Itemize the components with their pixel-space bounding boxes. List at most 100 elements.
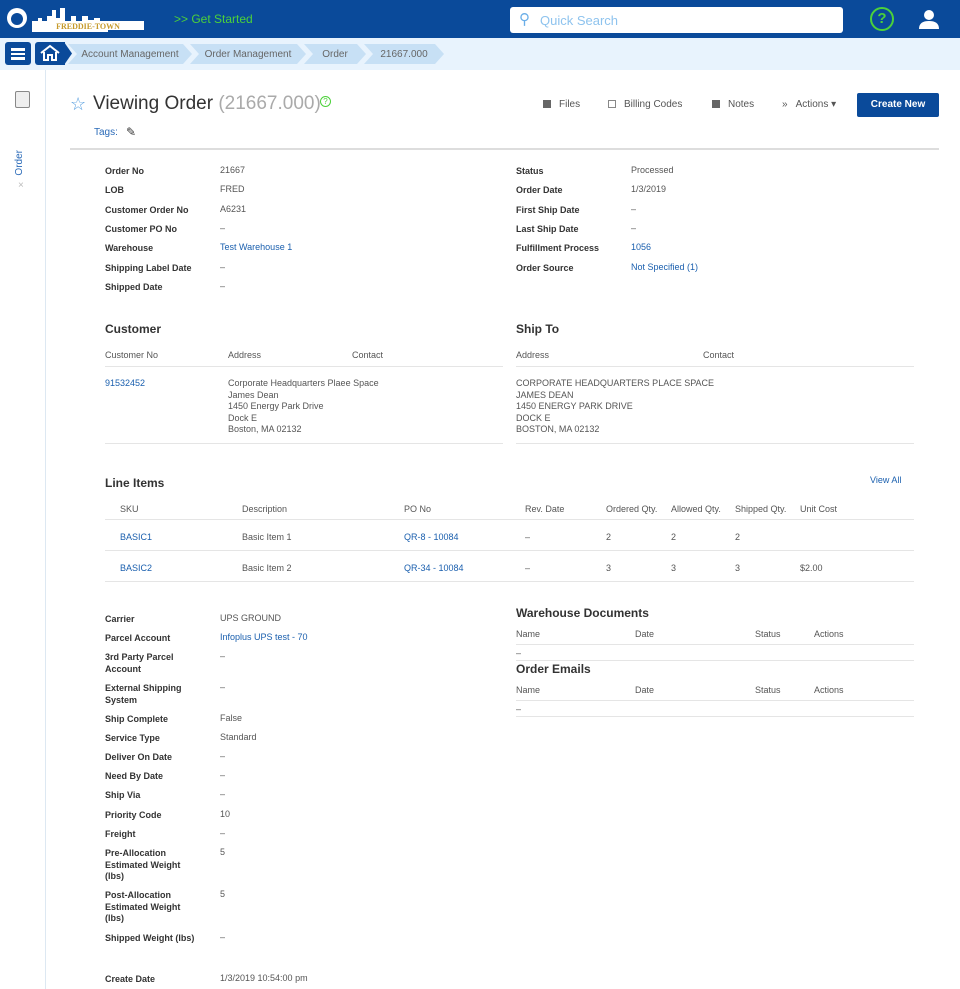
breadcrumb-current: 21667.000 bbox=[364, 44, 444, 64]
divider bbox=[516, 366, 914, 367]
field-value: – bbox=[220, 223, 226, 233]
document-icon[interactable] bbox=[15, 91, 30, 108]
address-line: Boston, MA 02132 bbox=[228, 424, 302, 434]
quick-search-input[interactable]: ⚲ Quick Search bbox=[510, 7, 843, 33]
warehouse-documents-heading: Warehouse Documents bbox=[516, 606, 649, 620]
field-value: – bbox=[220, 751, 226, 761]
field-value: – bbox=[220, 651, 226, 661]
field-value: Standard bbox=[220, 732, 257, 742]
field-label: Shipped Date bbox=[105, 282, 163, 292]
field-label: Need By Date bbox=[105, 771, 164, 781]
po-link[interactable]: QR-34 - 10084 bbox=[404, 563, 464, 573]
cell-value: $2.00 bbox=[800, 563, 823, 573]
column-header: PO No bbox=[404, 504, 432, 514]
help-question-icon[interactable]: ? bbox=[320, 96, 331, 107]
cell-value: 2 bbox=[606, 532, 612, 542]
cell-value: 3 bbox=[735, 563, 741, 573]
cell-value: Basic Item 2 bbox=[242, 563, 292, 573]
field-value: – bbox=[220, 682, 226, 692]
column-header: Contact bbox=[352, 350, 384, 360]
actions-dropdown[interactable]: » Actions ▾ bbox=[782, 99, 836, 110]
billing-codes-button[interactable]: Billing Codes bbox=[608, 99, 682, 110]
freddie-town-logo[interactable]: FREDDIE-TOWN bbox=[6, 4, 146, 32]
field-value: False bbox=[220, 713, 243, 723]
files-icon bbox=[543, 100, 551, 108]
cell-value: 2 bbox=[671, 532, 677, 542]
field-value: – bbox=[220, 281, 226, 291]
files-button[interactable]: Files bbox=[543, 99, 580, 110]
empty-value: – bbox=[516, 704, 522, 714]
field-label: Ship Via bbox=[105, 790, 141, 800]
edit-tags-icon[interactable]: ✎ bbox=[126, 125, 136, 139]
breadcrumb-order-management[interactable]: Order Management bbox=[190, 44, 306, 64]
address-line: Corporate Headquarters Plaee Space bbox=[228, 378, 379, 388]
field-label: Warehouse bbox=[105, 243, 154, 253]
column-header: Name bbox=[516, 685, 541, 695]
field-label: LOB bbox=[105, 185, 124, 195]
column-header: Contact bbox=[703, 350, 735, 360]
column-header: Description bbox=[242, 504, 288, 514]
sku-link[interactable]: BASIC2 bbox=[120, 563, 152, 573]
column-header: SKU bbox=[120, 504, 139, 514]
sku-link[interactable]: BASIC1 bbox=[120, 532, 152, 542]
favorite-star-icon[interactable]: ☆ bbox=[70, 94, 86, 115]
ship-to-heading: Ship To bbox=[516, 322, 560, 336]
cell-value: 3 bbox=[606, 563, 612, 573]
help-icon[interactable]: ? bbox=[870, 7, 894, 31]
home-button[interactable] bbox=[35, 42, 65, 65]
po-link[interactable]: QR-8 - 10084 bbox=[404, 532, 459, 542]
field-value: 1/3/2019 bbox=[631, 184, 667, 194]
field-value: 21667 bbox=[220, 165, 246, 175]
field-link[interactable]: Not Specified (1) bbox=[631, 262, 698, 272]
field-link[interactable]: Test Warehouse 1 bbox=[220, 242, 292, 252]
chevrons-icon: » bbox=[782, 99, 788, 110]
address-line: BOSTON, MA 02132 bbox=[516, 424, 600, 434]
create-new-button[interactable]: Create New bbox=[857, 93, 939, 117]
field-value: 1/3/2019 10:54:00 pm bbox=[220, 973, 308, 983]
column-header: Name bbox=[516, 629, 541, 639]
divider bbox=[105, 519, 914, 520]
close-tab-icon[interactable]: × bbox=[18, 180, 24, 191]
field-label: Deliver On Date bbox=[105, 752, 173, 762]
field-label: Post-Allocation Estimated Weight (lbs) bbox=[105, 890, 181, 923]
field-value: 10 bbox=[220, 809, 231, 819]
field-value: 5 bbox=[220, 847, 226, 857]
column-header: Ordered Qty. bbox=[606, 504, 658, 514]
address-line: CORPORATE HEADQUARTERS PLACE SPACE bbox=[516, 378, 715, 388]
cell-value: – bbox=[525, 532, 531, 542]
address-line: James Dean bbox=[228, 389, 279, 400]
field-value: – bbox=[220, 828, 226, 838]
notes-button[interactable]: Notes bbox=[712, 99, 754, 110]
column-header: Date bbox=[635, 629, 655, 639]
view-all-link[interactable]: View All bbox=[870, 475, 901, 485]
breadcrumb-order[interactable]: Order bbox=[304, 44, 366, 64]
tags-label: Tags: bbox=[94, 127, 118, 138]
svg-text:FREDDIE-TOWN: FREDDIE-TOWN bbox=[56, 22, 120, 31]
field-label: 3rd Party Parcel Account bbox=[105, 652, 174, 674]
divider bbox=[105, 443, 503, 444]
field-label: Shipping Label Date bbox=[105, 263, 192, 273]
divider bbox=[516, 644, 914, 645]
field-value: – bbox=[220, 262, 226, 272]
field-value: – bbox=[631, 223, 637, 233]
breadcrumb-account-management[interactable]: Account Management bbox=[68, 44, 192, 64]
field-value: – bbox=[220, 789, 226, 799]
get-started-link[interactable]: >> Get Started bbox=[174, 12, 253, 26]
user-icon[interactable] bbox=[918, 8, 940, 30]
column-header: Actions bbox=[814, 685, 844, 695]
field-label: Order Source bbox=[516, 263, 574, 273]
field-label: First Ship Date bbox=[516, 205, 580, 215]
field-link[interactable]: 1056 bbox=[631, 242, 651, 252]
field-link[interactable]: Infoplus UPS test - 70 bbox=[220, 632, 308, 642]
field-label: Freight bbox=[105, 829, 136, 839]
customer-no-link[interactable]: 91532452 bbox=[105, 378, 145, 388]
menu-button[interactable] bbox=[5, 42, 31, 65]
field-label: Status bbox=[516, 166, 544, 176]
home-icon bbox=[40, 44, 60, 61]
field-label: Shipped Weight (lbs) bbox=[105, 933, 195, 943]
column-header: Status bbox=[755, 685, 781, 695]
column-header: Shipped Qty. bbox=[735, 504, 787, 514]
divider bbox=[70, 148, 939, 150]
billing-codes-icon bbox=[608, 100, 616, 108]
sidebar-tab-order[interactable]: Order bbox=[14, 150, 25, 176]
